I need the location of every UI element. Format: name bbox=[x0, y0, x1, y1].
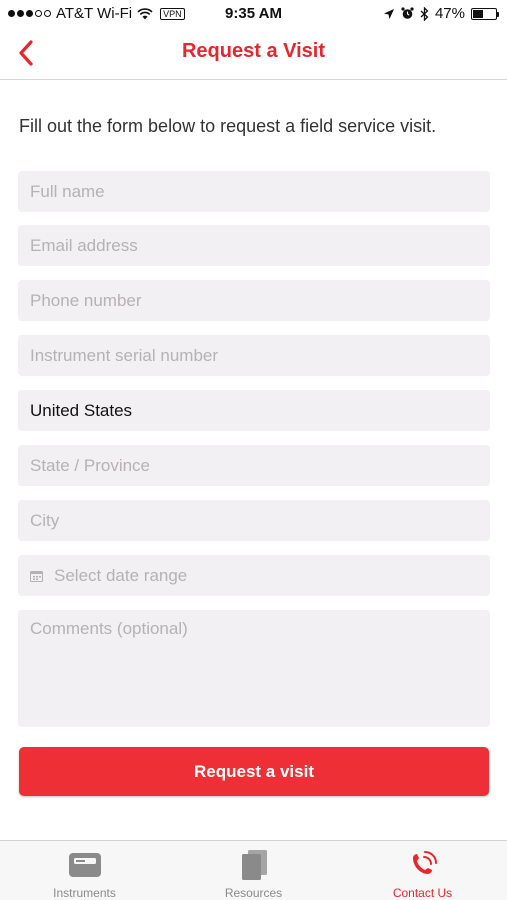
documents-icon bbox=[241, 850, 267, 880]
tab-label-contact-us: Contact Us bbox=[392, 886, 453, 900]
status-bar: AT&T Wi-Fi VPN 9:35 AM 47% bbox=[0, 0, 507, 28]
instrument-icon bbox=[68, 853, 101, 877]
location-arrow-icon bbox=[383, 8, 394, 19]
comments-textarea[interactable] bbox=[18, 610, 490, 727]
phone-icon bbox=[412, 851, 437, 874]
date-range-placeholder: Select date range bbox=[54, 565, 188, 585]
calendar-icon bbox=[30, 570, 43, 582]
country-input[interactable] bbox=[18, 390, 490, 431]
email-input[interactable] bbox=[18, 225, 490, 266]
status-right: 47% bbox=[383, 5, 499, 22]
battery-icon bbox=[471, 7, 499, 20]
battery-percent: 47% bbox=[434, 5, 465, 22]
wifi-icon bbox=[137, 7, 153, 19]
vpn-badge: VPN bbox=[160, 7, 185, 20]
tab-contact-us[interactable]: Contact Us bbox=[338, 841, 507, 900]
status-left: AT&T Wi-Fi VPN bbox=[8, 5, 185, 22]
battery-level bbox=[473, 9, 484, 18]
navigation-bar: Request a Visit bbox=[0, 28, 507, 80]
carrier-name: AT&T Wi-Fi bbox=[56, 5, 133, 22]
full-name-input[interactable] bbox=[18, 171, 490, 212]
signal-strength-icon bbox=[8, 10, 51, 17]
form-intro-text: Fill out the form below to request a fie… bbox=[19, 116, 437, 136]
tab-bar: Instruments Resources Contact Us bbox=[0, 840, 507, 900]
state-province-input[interactable] bbox=[18, 445, 490, 486]
city-input[interactable] bbox=[18, 500, 490, 541]
date-range-picker[interactable]: Select date range bbox=[18, 555, 490, 596]
serial-number-input[interactable] bbox=[18, 335, 490, 376]
page-title: Request a Visit bbox=[181, 40, 326, 62]
tab-label-instruments: Instruments bbox=[53, 886, 116, 900]
tab-resources[interactable]: Resources bbox=[169, 841, 338, 900]
phone-input[interactable] bbox=[18, 280, 490, 321]
tab-instruments[interactable]: Instruments bbox=[0, 841, 169, 900]
bluetooth-icon bbox=[420, 6, 429, 21]
alarm-icon bbox=[401, 7, 414, 19]
request-visit-button[interactable]: Request a visit bbox=[19, 747, 489, 796]
tab-label-resources: Resources bbox=[224, 886, 283, 900]
